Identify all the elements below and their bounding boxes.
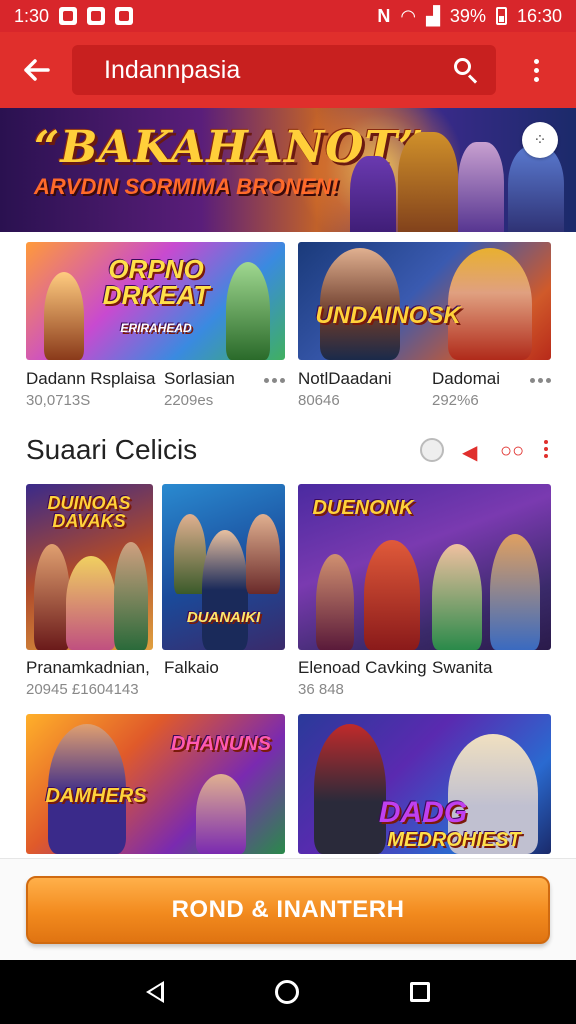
- card-title: Sorlasian: [164, 369, 235, 388]
- toggle-circle-icon[interactable]: [420, 438, 444, 462]
- card-art-title: ORPNO DRKEAT: [102, 254, 210, 310]
- share-icon[interactable]: ⁘: [522, 122, 558, 158]
- card-subtitle: 20945 £1604143: [26, 681, 139, 698]
- card-more-icon[interactable]: [264, 378, 285, 383]
- nav-recents-icon[interactable]: [410, 982, 431, 1002]
- nfc-icon: N: [377, 5, 391, 26]
- status-clock: 16:30: [516, 5, 562, 26]
- search-query: Indannpasia: [104, 55, 241, 84]
- link-icon[interactable]: ○○: [500, 440, 524, 463]
- game-card-image[interactable]: UNDAINOSK: [298, 242, 551, 360]
- card-title: Falkaio: [164, 658, 219, 677]
- megaphone-icon[interactable]: ◀: [462, 440, 477, 465]
- game-card-image[interactable]: DUINOAS DAVAKS: [26, 484, 153, 650]
- card-subtitle: 292%6: [432, 392, 479, 409]
- card-title: NotlDaadani: [298, 369, 392, 388]
- banner-subtitle: ARVDIN SORMIMA BRONEN!: [34, 174, 339, 199]
- game-card-image[interactable]: DAMHERS DHANUNS: [26, 714, 285, 854]
- search-input[interactable]: Indannpasia: [72, 45, 496, 95]
- section-title: Suaari Celicis: [26, 434, 198, 465]
- app-bar: Indannpasia: [0, 32, 576, 108]
- card-subtitle: 2209es: [164, 392, 214, 409]
- card-subtitle: 36 848: [298, 681, 344, 698]
- card-more-icon[interactable]: [530, 378, 551, 383]
- search-icon[interactable]: [452, 56, 480, 84]
- message-icon: [87, 7, 106, 25]
- notification-icon: [59, 7, 78, 25]
- nav-home-icon[interactable]: [274, 980, 299, 1004]
- battery-icon: [495, 7, 507, 25]
- card-title: Dadann Rsplaisa: [26, 369, 156, 388]
- more-vertical-icon[interactable]: [496, 32, 576, 108]
- card-art-title: DADG: [378, 796, 468, 829]
- back-button[interactable]: [0, 32, 72, 108]
- nav-back-icon[interactable]: [145, 981, 164, 1003]
- card-title: Swanita: [432, 658, 493, 677]
- wifi-icon: ◠: [400, 5, 417, 26]
- card-title: Pranamkadnian,: [26, 658, 150, 677]
- arrow-left-icon: [24, 59, 50, 81]
- card-art-title: UNDAINOSK: [315, 302, 461, 329]
- system-nav-bar: [0, 960, 576, 1024]
- game-card-image[interactable]: DUENONK: [298, 484, 551, 650]
- card-art-title: DUINOAS DAVAKS: [47, 493, 131, 531]
- card-art-title: DHANUNS: [171, 733, 271, 755]
- card-art-title: MEDROHIEST: [387, 829, 521, 851]
- game-card-image[interactable]: ORPNO DRKEAT ERIRAHEAD: [26, 242, 285, 360]
- card-art-subtitle: ERIRAHEAD: [120, 321, 192, 335]
- image-icon: [115, 7, 134, 25]
- card-subtitle: 80646: [298, 392, 340, 409]
- card-subtitle: 30,0713S: [26, 392, 91, 409]
- game-card-image[interactable]: DADG MEDROHIEST: [298, 714, 551, 854]
- primary-cta-button[interactable]: ROND & INANTERH: [26, 876, 550, 944]
- card-title: Elenoad Cavking: [298, 658, 427, 677]
- card-art-title: DUENONK: [312, 497, 414, 519]
- card-art-title: DUANAIKI: [186, 609, 261, 626]
- card-title: Dadomai: [432, 369, 501, 388]
- promo-banner[interactable]: “BAKAHANOT” ARVDIN SORMIMA BRONEN!: [0, 108, 576, 232]
- game-card-image[interactable]: DUANAIKI: [162, 484, 285, 650]
- section-more-icon[interactable]: [544, 440, 548, 458]
- status-time: 1:30: [14, 5, 50, 26]
- signal-icon: ▟: [426, 5, 440, 26]
- battery-percent: 39%: [449, 5, 486, 26]
- card-art-title: DAMHERS: [45, 785, 147, 807]
- status-bar: 1:30 N ◠ ▟ 39% 16:30: [0, 0, 576, 32]
